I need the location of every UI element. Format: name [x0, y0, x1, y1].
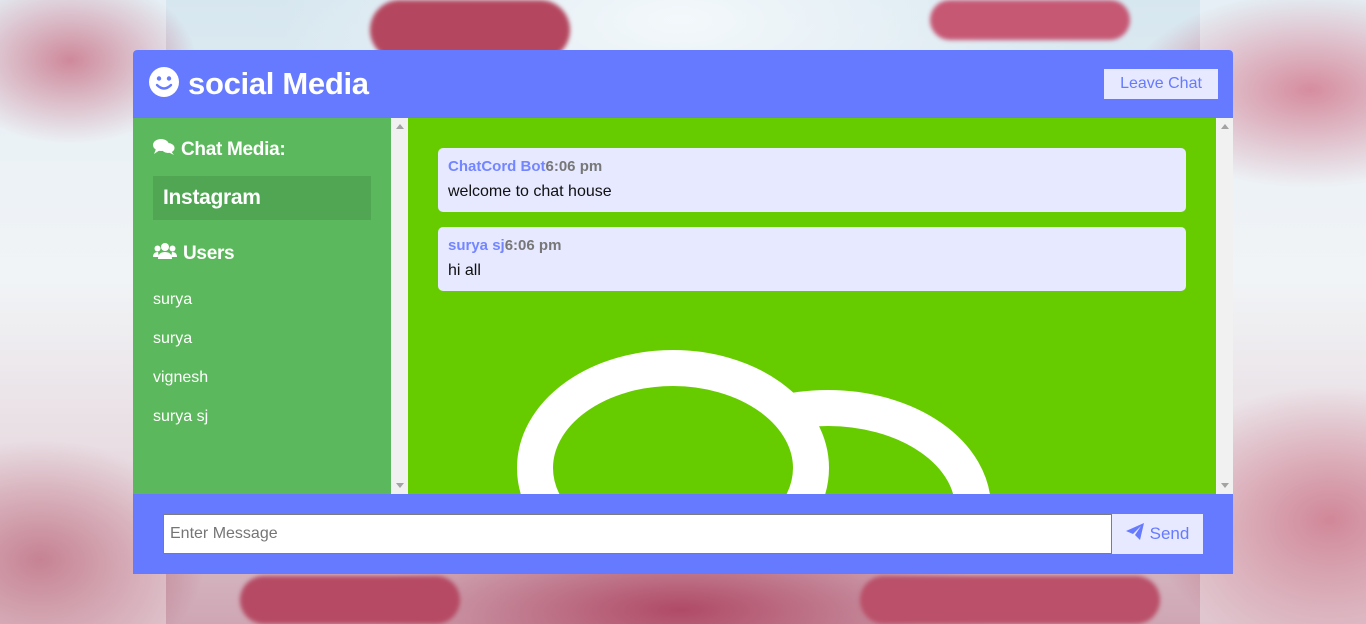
comments-icon	[153, 138, 175, 162]
message-item: surya sj6:06 pm hi all	[438, 227, 1186, 291]
chat-sidebar: Chat Media: Instagram Users surya surya …	[133, 118, 391, 494]
user-item: surya sj	[153, 408, 209, 425]
message-meta: surya sj6:06 pm	[448, 237, 1176, 254]
message-text: welcome to chat house	[448, 183, 612, 200]
users-heading-label: Users	[183, 243, 235, 264]
scroll-up-arrow-icon[interactable]	[391, 118, 408, 135]
user-item: surya	[153, 330, 193, 347]
message-input[interactable]	[163, 514, 1112, 554]
message-meta: ChatCord Bot6:06 pm	[448, 158, 1176, 175]
message-time: 6:06 pm	[504, 237, 562, 254]
app-title: social Media	[188, 66, 369, 101]
chat-form: Send	[163, 514, 1203, 554]
message-item: ChatCord Bot6:06 pm welcome to chat hous…	[438, 148, 1186, 212]
message-username: surya sj	[448, 237, 505, 254]
background-shape	[860, 576, 1160, 624]
user-item: surya	[153, 291, 193, 308]
smile-icon	[148, 66, 180, 103]
messages-scrollbar[interactable]	[1216, 118, 1233, 494]
chat-form-container: Send	[133, 494, 1233, 574]
message-time: 6:06 pm	[545, 158, 603, 175]
leave-chat-button[interactable]: Leave Chat	[1104, 69, 1218, 99]
paper-plane-icon	[1125, 523, 1144, 545]
user-item: vignesh	[153, 369, 209, 386]
message-username: ChatCord Bot	[448, 158, 546, 175]
scroll-up-arrow-icon[interactable]	[1216, 118, 1233, 135]
room-heading-label: Chat Media:	[181, 139, 286, 160]
users-icon	[153, 242, 177, 266]
scroll-down-arrow-icon[interactable]	[1216, 477, 1233, 494]
sidebar-scrollbar[interactable]	[391, 118, 408, 494]
send-button[interactable]: Send	[1112, 514, 1203, 554]
send-button-label: Send	[1149, 524, 1190, 543]
chat-container: social Media Leave Chat Chat Media: Inst…	[133, 50, 1233, 574]
message-text: hi all	[448, 262, 481, 279]
room-name: Instagram	[153, 176, 371, 220]
chat-messages: ChatCord Bot6:06 pm welcome to chat hous…	[408, 118, 1216, 494]
chat-main: Chat Media: Instagram Users surya surya …	[133, 118, 1233, 494]
scroll-down-arrow-icon[interactable]	[391, 477, 408, 494]
background-shape	[930, 0, 1130, 40]
background-shape	[240, 576, 460, 624]
room-heading: Chat Media:	[153, 138, 371, 162]
users-heading: Users	[153, 242, 371, 266]
users-list: surya surya vignesh surya sj	[153, 280, 371, 436]
chat-header: social Media Leave Chat	[133, 50, 1233, 118]
brand: social Media	[148, 66, 369, 103]
